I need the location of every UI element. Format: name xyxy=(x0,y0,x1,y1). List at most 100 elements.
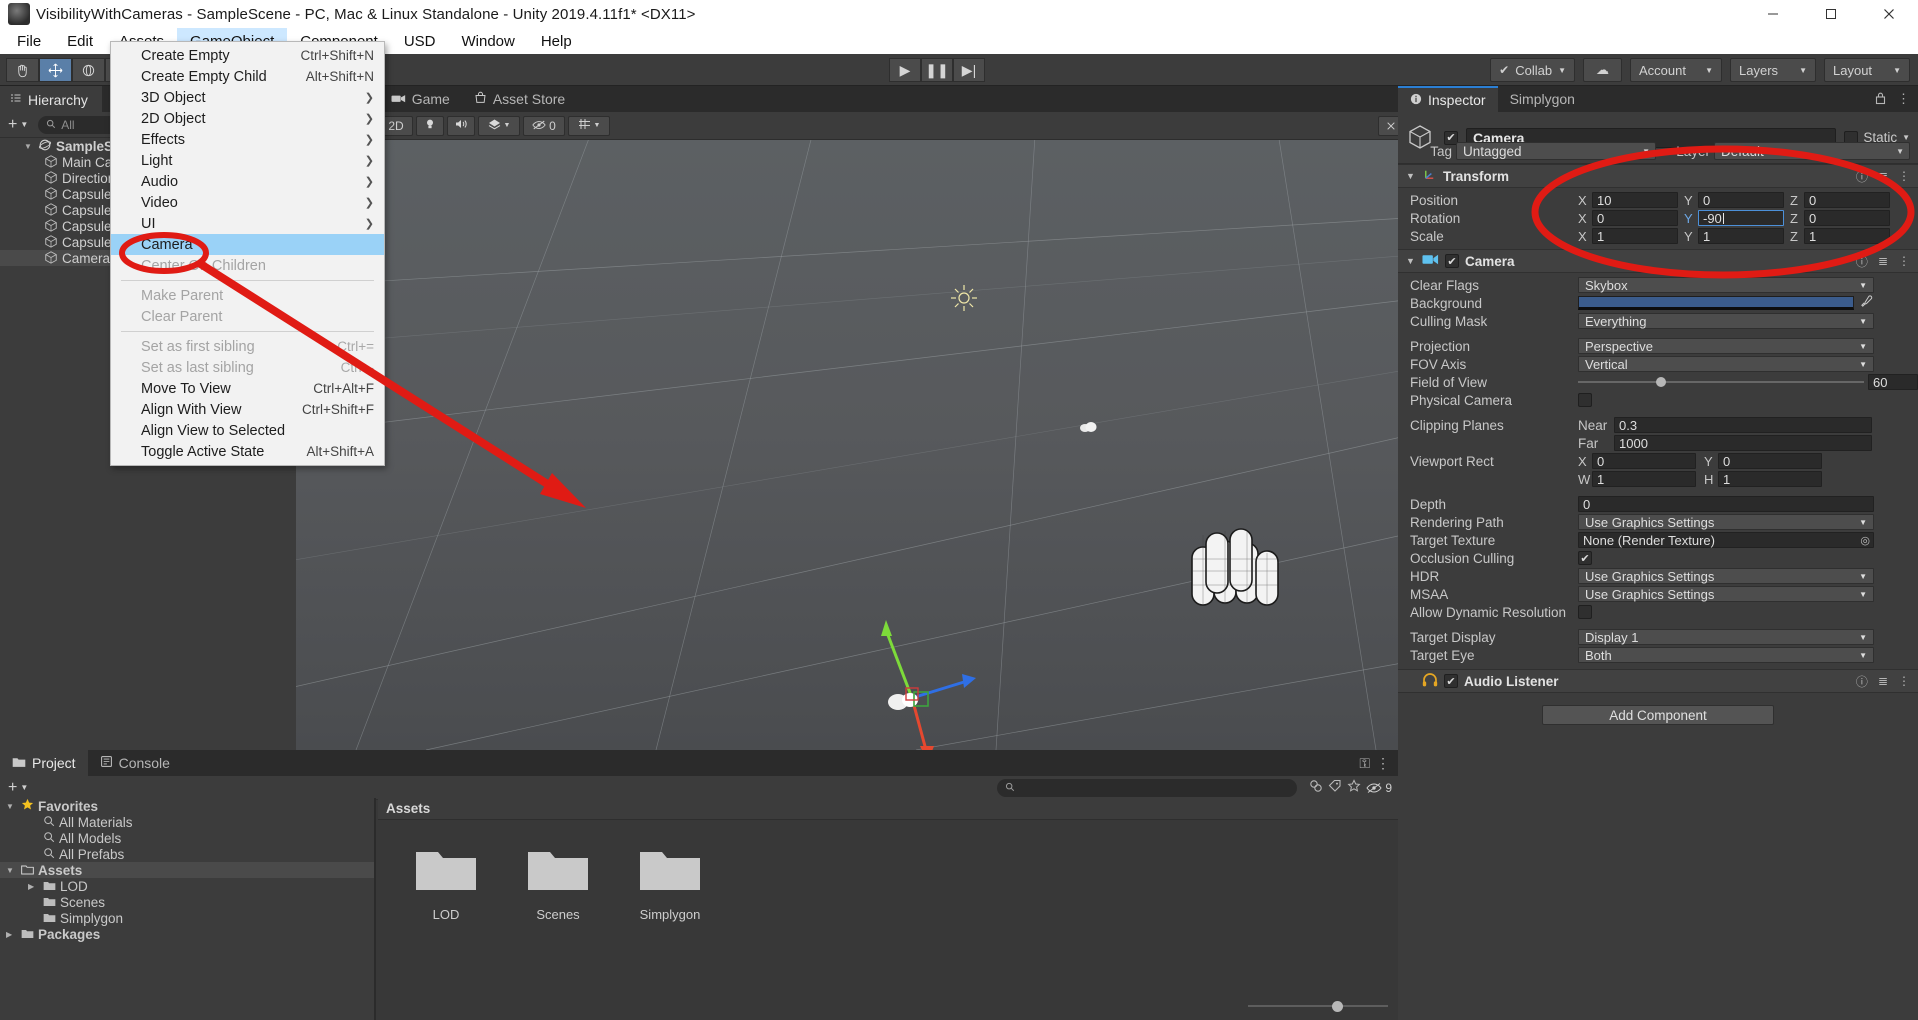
project-tree-item-all-models[interactable]: All Models xyxy=(0,830,374,846)
preset-icon[interactable]: ≣ xyxy=(1878,169,1888,183)
collab-button[interactable]: ✔ Collab ▼ xyxy=(1490,58,1575,82)
tag-dropdown[interactable]: Untagged ▼ xyxy=(1456,142,1656,160)
slider-knob[interactable] xyxy=(1656,377,1666,387)
target-texture-objectfield[interactable]: None (Render Texture) ◎ xyxy=(1578,532,1874,548)
project-zoom-slider[interactable] xyxy=(1248,1000,1388,1012)
fov-axis-dropdown[interactable]: Vertical ▼ xyxy=(1578,356,1874,372)
foldout-triangle-icon[interactable]: ▼ xyxy=(6,866,17,875)
filter-by-label-icon[interactable] xyxy=(1328,779,1342,796)
asset-item-scenes[interactable]: Scenes xyxy=(520,846,596,922)
foldout-triangle-icon[interactable]: ▶ xyxy=(6,930,17,939)
foldout-triangle-icon[interactable]: ▼ xyxy=(1406,256,1416,266)
project-tree-item-all-prefabs[interactable]: All Prefabs xyxy=(0,846,374,862)
rendering-path-dropdown[interactable]: Use Graphics Settings ▼ xyxy=(1578,514,1874,530)
help-icon[interactable]: ⓘ xyxy=(1856,253,1868,270)
viewport-h-input[interactable]: 1 xyxy=(1718,471,1822,487)
asset-item-lod[interactable]: LOD xyxy=(408,846,484,922)
kebab-icon[interactable]: ⋮ xyxy=(1898,254,1910,268)
project-tree-item-scenes[interactable]: Scenes xyxy=(0,894,374,910)
tab-console[interactable]: Console xyxy=(88,750,182,776)
camera-component-header[interactable]: ▼ ✔ Camera ⓘ ≣ ⋮ xyxy=(1398,249,1918,273)
project-panel-menu[interactable]: ⚿⋮ xyxy=(1347,750,1402,776)
project-tree-item-simplygon[interactable]: Simplygon xyxy=(0,910,374,926)
msaa-dropdown[interactable]: Use Graphics Settings ▼ xyxy=(1578,586,1874,602)
foldout-triangle-icon[interactable]: ▼ xyxy=(1406,171,1416,181)
lighting-toggle[interactable] xyxy=(416,116,444,136)
tab-simplygon[interactable]: Simplygon xyxy=(1498,86,1587,112)
lock-icon[interactable] xyxy=(1874,91,1887,108)
preset-icon[interactable]: ≣ xyxy=(1878,254,1888,268)
menu-item-camera[interactable]: Camera xyxy=(111,234,384,255)
favorite-icon[interactable] xyxy=(1347,779,1361,796)
viewport-x-input[interactable]: 0 xyxy=(1592,453,1696,469)
minimize-button[interactable] xyxy=(1744,0,1802,28)
foldout-triangle-icon[interactable]: ▼ xyxy=(6,802,17,811)
audio-listener-component-header[interactable]: ▼ ✔ Audio Listener ⓘ ≣ ⋮ xyxy=(1398,669,1918,693)
menu-item-video[interactable]: Video❯ xyxy=(111,192,384,213)
layer-dropdown[interactable]: Default ▼ xyxy=(1714,142,1910,160)
menubar-item-file[interactable]: File xyxy=(4,28,54,54)
play-button[interactable]: ▶ xyxy=(889,58,921,82)
transform-position-z-input[interactable]: 0 xyxy=(1804,192,1890,208)
tab-project[interactable]: Project xyxy=(0,750,88,776)
scene-visibility-toggle[interactable]: 0 xyxy=(523,116,565,136)
audio-toggle[interactable] xyxy=(447,116,475,136)
object-picker-icon[interactable]: ◎ xyxy=(1860,534,1870,547)
help-icon[interactable]: ⓘ xyxy=(1856,168,1868,185)
target-display-dropdown[interactable]: Display 1 ▼ xyxy=(1578,629,1874,645)
help-icon[interactable]: ⓘ xyxy=(1856,673,1868,690)
foldout-triangle-icon[interactable]: ▼ xyxy=(24,142,34,151)
menu-item-move-to-view[interactable]: Move To ViewCtrl+Alt+F xyxy=(111,378,384,399)
menu-item-toggle-active-state[interactable]: Toggle Active StateAlt+Shift+A xyxy=(111,441,384,462)
layout-button[interactable]: Layout ▼ xyxy=(1824,58,1910,82)
project-tree-item-favorites[interactable]: ▼Favorites xyxy=(0,798,374,814)
clear-flags-dropdown[interactable]: Skybox ▼ xyxy=(1578,277,1874,293)
transform-scale-y-input[interactable]: 1 xyxy=(1698,228,1784,244)
transform-position-y-input[interactable]: 0 xyxy=(1698,192,1784,208)
field-of-view-input[interactable]: 60 xyxy=(1868,374,1918,390)
project-tree-item-assets[interactable]: ▼Assets xyxy=(0,862,374,878)
project-tree-item-lod[interactable]: ▶LOD xyxy=(0,878,374,894)
physical-camera-checkbox[interactable] xyxy=(1578,393,1592,407)
menu-item-3d-object[interactable]: 3D Object❯ xyxy=(111,87,384,108)
viewport-w-input[interactable]: 1 xyxy=(1592,471,1696,487)
projection-dropdown[interactable]: Perspective ▼ xyxy=(1578,338,1874,354)
preset-icon[interactable]: ≣ xyxy=(1878,674,1888,688)
tab-hierarchy[interactable]: Hierarchy xyxy=(0,86,102,112)
hierarchy-add-button[interactable]: + ▼ xyxy=(4,116,32,134)
foldout-triangle-icon[interactable]: ▶ xyxy=(28,882,39,891)
close-button[interactable] xyxy=(1860,0,1918,28)
occlusion-culling-checkbox[interactable]: ✔ xyxy=(1578,551,1592,565)
fx-dropdown[interactable]: ▼ xyxy=(478,116,520,136)
project-search-input[interactable] xyxy=(997,779,1297,797)
background-color-swatch[interactable] xyxy=(1578,296,1854,310)
field-of-view-slider[interactable] xyxy=(1578,374,1864,390)
near-input[interactable]: 0.3 xyxy=(1614,417,1872,433)
selected-camera-gizmo[interactable] xyxy=(836,610,1026,750)
audio-listener-enabled-checkbox[interactable]: ✔ xyxy=(1444,674,1458,688)
culling-mask-dropdown[interactable]: Everything ▼ xyxy=(1578,313,1874,329)
pause-button[interactable]: ❚❚ xyxy=(921,58,953,82)
step-button[interactable]: ▶| xyxy=(953,58,985,82)
main-camera-gizmo[interactable] xyxy=(1078,420,1098,437)
menu-item-effects[interactable]: Effects❯ xyxy=(111,129,384,150)
eyedropper-icon[interactable] xyxy=(1860,295,1873,311)
menubar-item-usd[interactable]: USD xyxy=(391,28,449,54)
directional-light-gizmo[interactable] xyxy=(949,283,979,316)
cloud-button[interactable]: ☁ xyxy=(1583,58,1622,82)
menu-item-audio[interactable]: Audio❯ xyxy=(111,171,384,192)
kebab-icon[interactable]: ⋮ xyxy=(1898,169,1910,183)
tab-game[interactable]: Game xyxy=(379,86,462,112)
menu-item-align-with-view[interactable]: Align With ViewCtrl+Shift+F xyxy=(111,399,384,420)
menubar-item-edit[interactable]: Edit xyxy=(54,28,106,54)
menu-item-light[interactable]: Light❯ xyxy=(111,150,384,171)
layers-button[interactable]: Layers ▼ xyxy=(1730,58,1816,82)
menu-item-create-empty-child[interactable]: Create Empty ChildAlt+Shift+N xyxy=(111,66,384,87)
far-input[interactable]: 1000 xyxy=(1614,435,1872,451)
project-tree-item-packages[interactable]: ▶Packages xyxy=(0,926,374,942)
target-eye-dropdown[interactable]: Both ▼ xyxy=(1578,647,1874,663)
depth-input[interactable]: 0 xyxy=(1578,496,1874,512)
menu-item-align-view-to-selected[interactable]: Align View to Selected xyxy=(111,420,384,441)
kebab-icon[interactable]: ⋮ xyxy=(1898,674,1910,688)
kebab-icon[interactable]: ⋮ xyxy=(1897,91,1910,108)
